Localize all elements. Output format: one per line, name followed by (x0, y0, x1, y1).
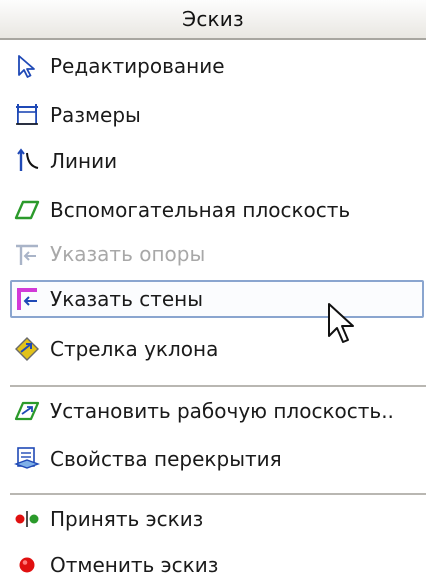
finish-sketch-icon (15, 511, 39, 527)
pick-supports-icon (16, 244, 38, 265)
menu-item-label: Указать стены (50, 287, 204, 311)
menu-item-cancel-sketch[interactable]: Отменить эскиз (0, 546, 428, 584)
set-work-plane-icon (14, 401, 40, 421)
menu-item-label: Линии (50, 149, 118, 173)
menu-item-label: Вспомогательная плоскость (50, 198, 351, 222)
menu-item-finish-sketch[interactable]: Принять эскиз (0, 500, 428, 538)
menu-item-slope-arrow[interactable]: Стрелка уклона (0, 330, 428, 368)
menu-item-floor-properties[interactable]: Свойства перекрытия (0, 440, 428, 478)
menu-item-pick-supports[interactable]: Указать опоры (0, 235, 428, 273)
menu-item-lines[interactable]: Линии (0, 142, 428, 180)
edit-arrow-icon (18, 55, 35, 78)
menu-item-label: Установить рабочую плоскость.. (50, 399, 394, 423)
menu-separator (10, 385, 426, 387)
reference-plane-icon (14, 200, 40, 220)
menu-header: Эскиз (0, 0, 426, 40)
pick-walls-icon (17, 288, 37, 310)
mouse-cursor-icon (328, 303, 354, 343)
menu-item-label: Свойства перекрытия (50, 447, 282, 471)
menu-item-modify[interactable]: Редактирование (0, 47, 428, 85)
menu-item-label: Указать опоры (50, 242, 206, 266)
menu-item-label: Стрелка уклона (50, 337, 219, 361)
menu-item-label: Редактирование (50, 54, 225, 78)
sketch-menu: Эскиз Редактирование Размеры Линии Вспом… (0, 0, 428, 584)
menu-item-label: Размеры (50, 103, 141, 127)
floor-properties-icon (14, 447, 40, 469)
cancel-sketch-icon (19, 557, 35, 573)
menu-item-set-work-plane[interactable]: Установить рабочую плоскость.. (0, 392, 428, 430)
slope-arrow-icon (15, 337, 39, 361)
menu-title: Эскиз (182, 7, 244, 31)
menu-item-pick-walls[interactable]: Указать стены (10, 280, 424, 318)
menu-item-reference-plane[interactable]: Вспомогательная плоскость (0, 191, 428, 229)
menu-item-label: Отменить эскиз (50, 553, 219, 577)
lines-icon (17, 148, 39, 171)
menu-separator (10, 493, 426, 495)
menu-item-dimensions[interactable]: Размеры (0, 96, 428, 134)
menu-item-label: Принять эскиз (50, 507, 204, 531)
dimensions-icon (16, 104, 38, 125)
